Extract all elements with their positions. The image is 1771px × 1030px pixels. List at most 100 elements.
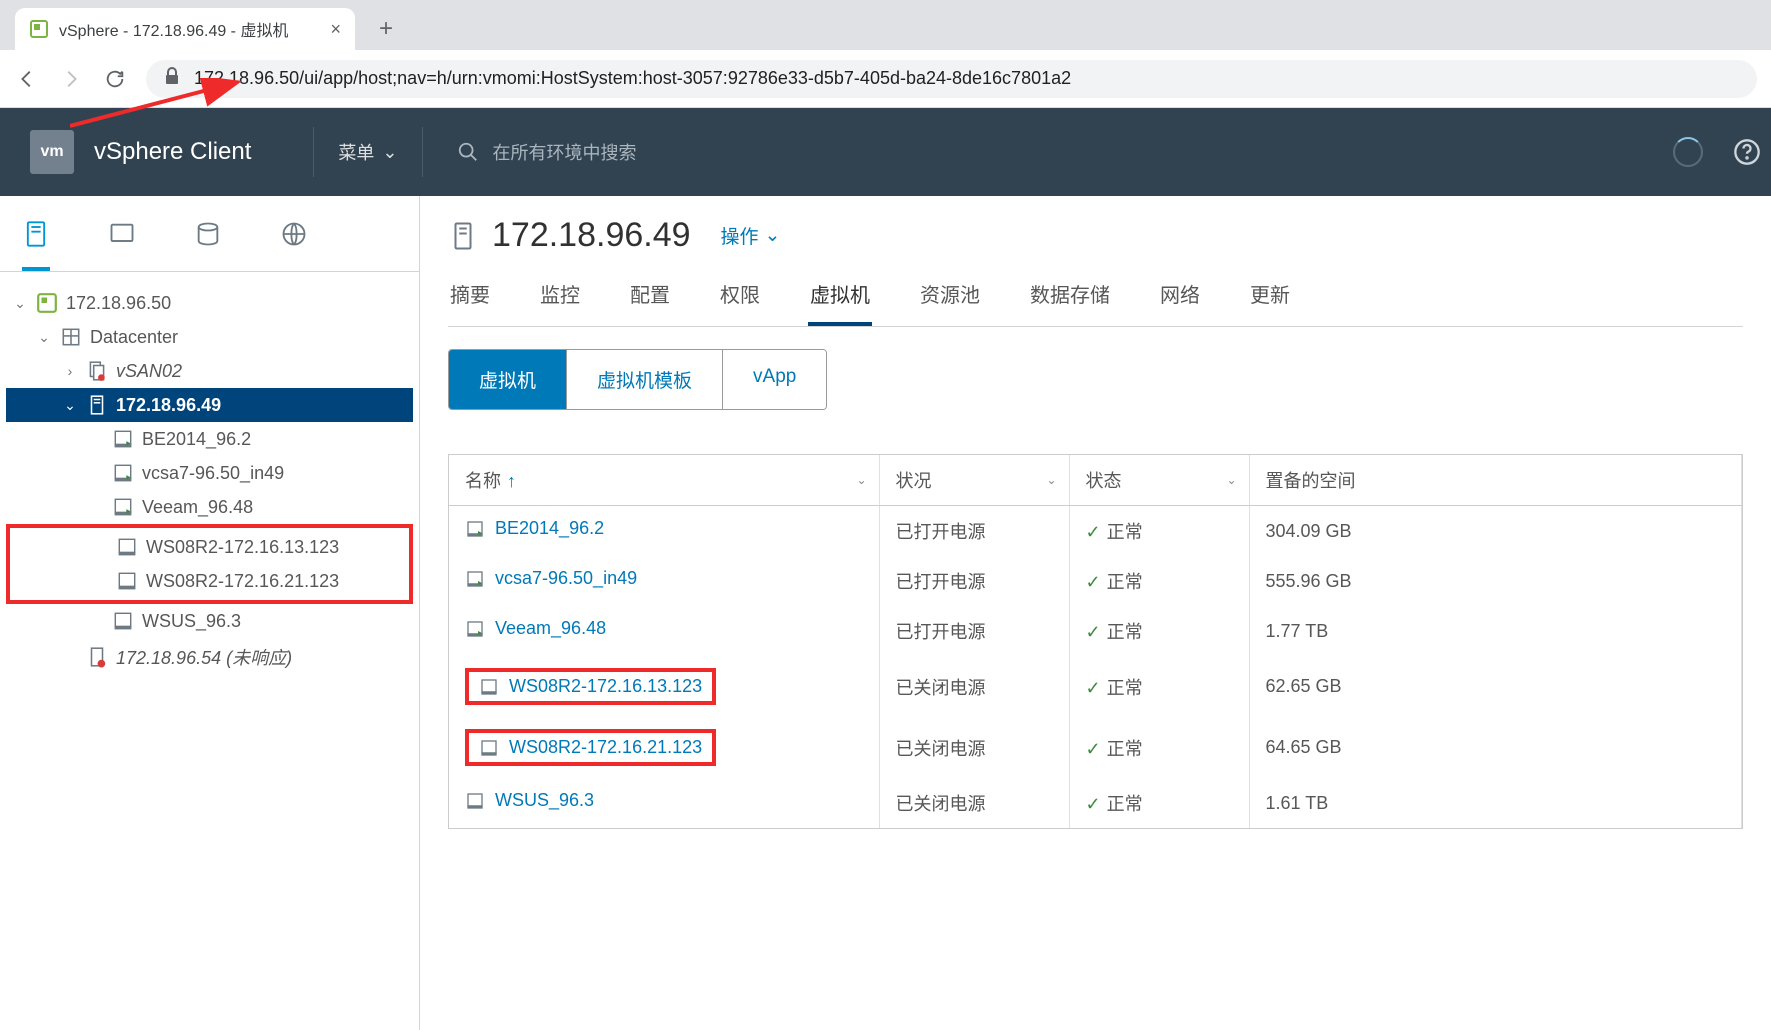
datacenter-icon [60,326,82,348]
tree-datacenter[interactable]: ⌄ Datacenter [6,320,413,354]
check-icon: ✓ [1086,522,1101,542]
vm-icon [112,462,134,484]
detail-tab[interactable]: 权限 [718,279,762,326]
tree-vm[interactable]: WSUS_96.3 [6,604,413,638]
vm-link[interactable]: WSUS_96.3 [465,790,594,811]
detail-tab[interactable]: 配置 [628,279,672,326]
reload-button[interactable] [102,66,128,92]
cell-status: 已打开电源 [879,606,1069,656]
vm-link[interactable]: Veeam_96.48 [465,618,606,639]
vm-icon [112,496,134,518]
actions-dropdown[interactable]: 操作 ⌄ [721,222,781,249]
vm-link[interactable]: BE2014_96.2 [465,518,604,539]
new-tab-button[interactable]: + [369,12,403,46]
cell-space: 64.65 GB [1249,717,1742,778]
chevron-down-icon: ⌄ [1226,473,1236,487]
tree-vcenter[interactable]: ⌄ 172.18.96.50 [6,286,413,320]
back-button[interactable] [14,66,40,92]
detail-tab[interactable]: 数据存储 [1028,279,1112,326]
vm-icon [465,619,485,639]
vsphere-header: vm vSphere Client 菜单 ⌄ 在所有环境中搜索 [0,108,1771,196]
main-panel: 172.18.96.49 操作 ⌄ 摘要监控配置权限虚拟机资源池数据存储网络更新… [420,196,1771,1030]
browser-tab-strip: vSphere - 172.18.96.49 - 虚拟机 × + [0,0,1771,50]
sidebar-tab-network[interactable] [280,220,308,271]
tree-vm[interactable]: WS08R2-172.16.21.123 [10,564,409,598]
check-icon: ✓ [1086,794,1101,814]
forward-button[interactable] [58,66,84,92]
loading-spinner [1673,137,1703,167]
detail-tab[interactable]: 资源池 [918,279,982,326]
detail-tab[interactable]: 摘要 [448,279,492,326]
check-icon: ✓ [1086,678,1101,698]
sub-tab[interactable]: vApp [723,350,826,409]
caret-down-icon: ⌄ [62,397,78,414]
check-icon: ✓ [1086,739,1101,759]
vm-icon [116,536,138,558]
browser-tab-title: vSphere - 172.18.96.49 - 虚拟机 [59,17,288,41]
cell-space: 1.77 TB [1249,606,1742,656]
caret-down-icon: ⌄ [36,329,52,346]
url-field[interactable]: 172.18.96.50/ui/app/host;nav=h/urn:vmomi… [146,60,1757,98]
product-name: vSphere Client [94,138,251,166]
vm-link[interactable]: vcsa7-96.50_in49 [465,568,637,589]
detail-tab[interactable]: 监控 [538,279,582,326]
cell-state: ✓正常 [1069,717,1249,778]
help-icon[interactable] [1733,138,1761,166]
sort-asc-icon: ↑ [507,471,516,491]
sidebar-tab-vms[interactable] [108,220,136,271]
sidebar-tabs [0,210,419,272]
vm-icon [465,569,485,589]
tree-host-error[interactable]: 172.18.96.54 (未响应) [6,638,413,676]
vm-link[interactable]: WS08R2-172.16.13.123 [465,668,716,705]
annotation-highlight: WS08R2-172.16.13.123WS08R2-172.16.21.123 [6,524,413,604]
detail-tabs: 摘要监控配置权限虚拟机资源池数据存储网络更新 [448,279,1743,327]
url-text: 172.18.96.50/ui/app/host;nav=h/urn:vmomi… [194,68,1071,89]
vm-table: 名称↑⌄ 状况⌄ 状态⌄ 置备的空间 BE2014_96.2 已打开电源 ✓正常… [448,454,1743,829]
cell-status: 已打开电源 [879,506,1069,557]
detail-tab[interactable]: 网络 [1158,279,1202,326]
tree-vm[interactable]: vcsa7-96.50_in49 [6,456,413,490]
divider [313,127,314,177]
tree-vm[interactable]: BE2014_96.2 [6,422,413,456]
col-header-status[interactable]: 状况⌄ [879,455,1069,506]
cluster-icon [86,360,108,382]
cell-status: 已关闭电源 [879,656,1069,717]
cell-state: ✓正常 [1069,656,1249,717]
detail-tab[interactable]: 虚拟机 [808,279,872,326]
table-row: WSUS_96.3 已关闭电源 ✓正常 1.61 TB [449,778,1742,828]
tree-cluster[interactable]: › vSAN02 [6,354,413,388]
sidebar-tab-hosts[interactable] [22,220,50,271]
check-icon: ✓ [1086,622,1101,642]
chevron-down-icon: ⌄ [856,473,866,487]
lock-icon [164,67,180,90]
cell-state: ✓正常 [1069,778,1249,828]
chevron-down-icon: ⌄ [765,224,781,247]
cell-status: 已关闭电源 [879,717,1069,778]
tab-close-icon[interactable]: × [330,19,341,40]
table-row: Veeam_96.48 已打开电源 ✓正常 1.77 TB [449,606,1742,656]
table-row: BE2014_96.2 已打开电源 ✓正常 304.09 GB [449,506,1742,557]
vm-icon [465,519,485,539]
vmware-logo: vm [30,130,74,174]
detail-tab[interactable]: 更新 [1248,279,1292,326]
menu-dropdown[interactable]: 菜单 ⌄ [338,139,397,165]
menu-label: 菜单 [338,139,374,165]
sub-tab[interactable]: 虚拟机模板 [567,350,723,409]
col-header-state[interactable]: 状态⌄ [1069,455,1249,506]
caret-right-icon: › [62,363,78,379]
vm-link[interactable]: WS08R2-172.16.21.123 [465,729,716,766]
browser-tab[interactable]: vSphere - 172.18.96.49 - 虚拟机 × [15,8,355,50]
col-header-space[interactable]: 置备的空间 [1249,455,1742,506]
chevron-down-icon: ⌄ [382,142,397,163]
global-search[interactable]: 在所有环境中搜索 [457,139,637,165]
sub-tab[interactable]: 虚拟机 [449,350,567,409]
cell-status: 已打开电源 [879,556,1069,606]
vm-icon [479,738,499,758]
tree-vm[interactable]: WS08R2-172.16.13.123 [10,530,409,564]
caret-down-icon: ⌄ [12,295,28,312]
sidebar-tab-storage[interactable] [194,220,222,271]
col-header-name[interactable]: 名称↑⌄ [449,455,879,506]
check-icon: ✓ [1086,572,1101,592]
tree-vm[interactable]: Veeam_96.48 [6,490,413,524]
tree-host-selected[interactable]: ⌄ 172.18.96.49 [6,388,413,422]
